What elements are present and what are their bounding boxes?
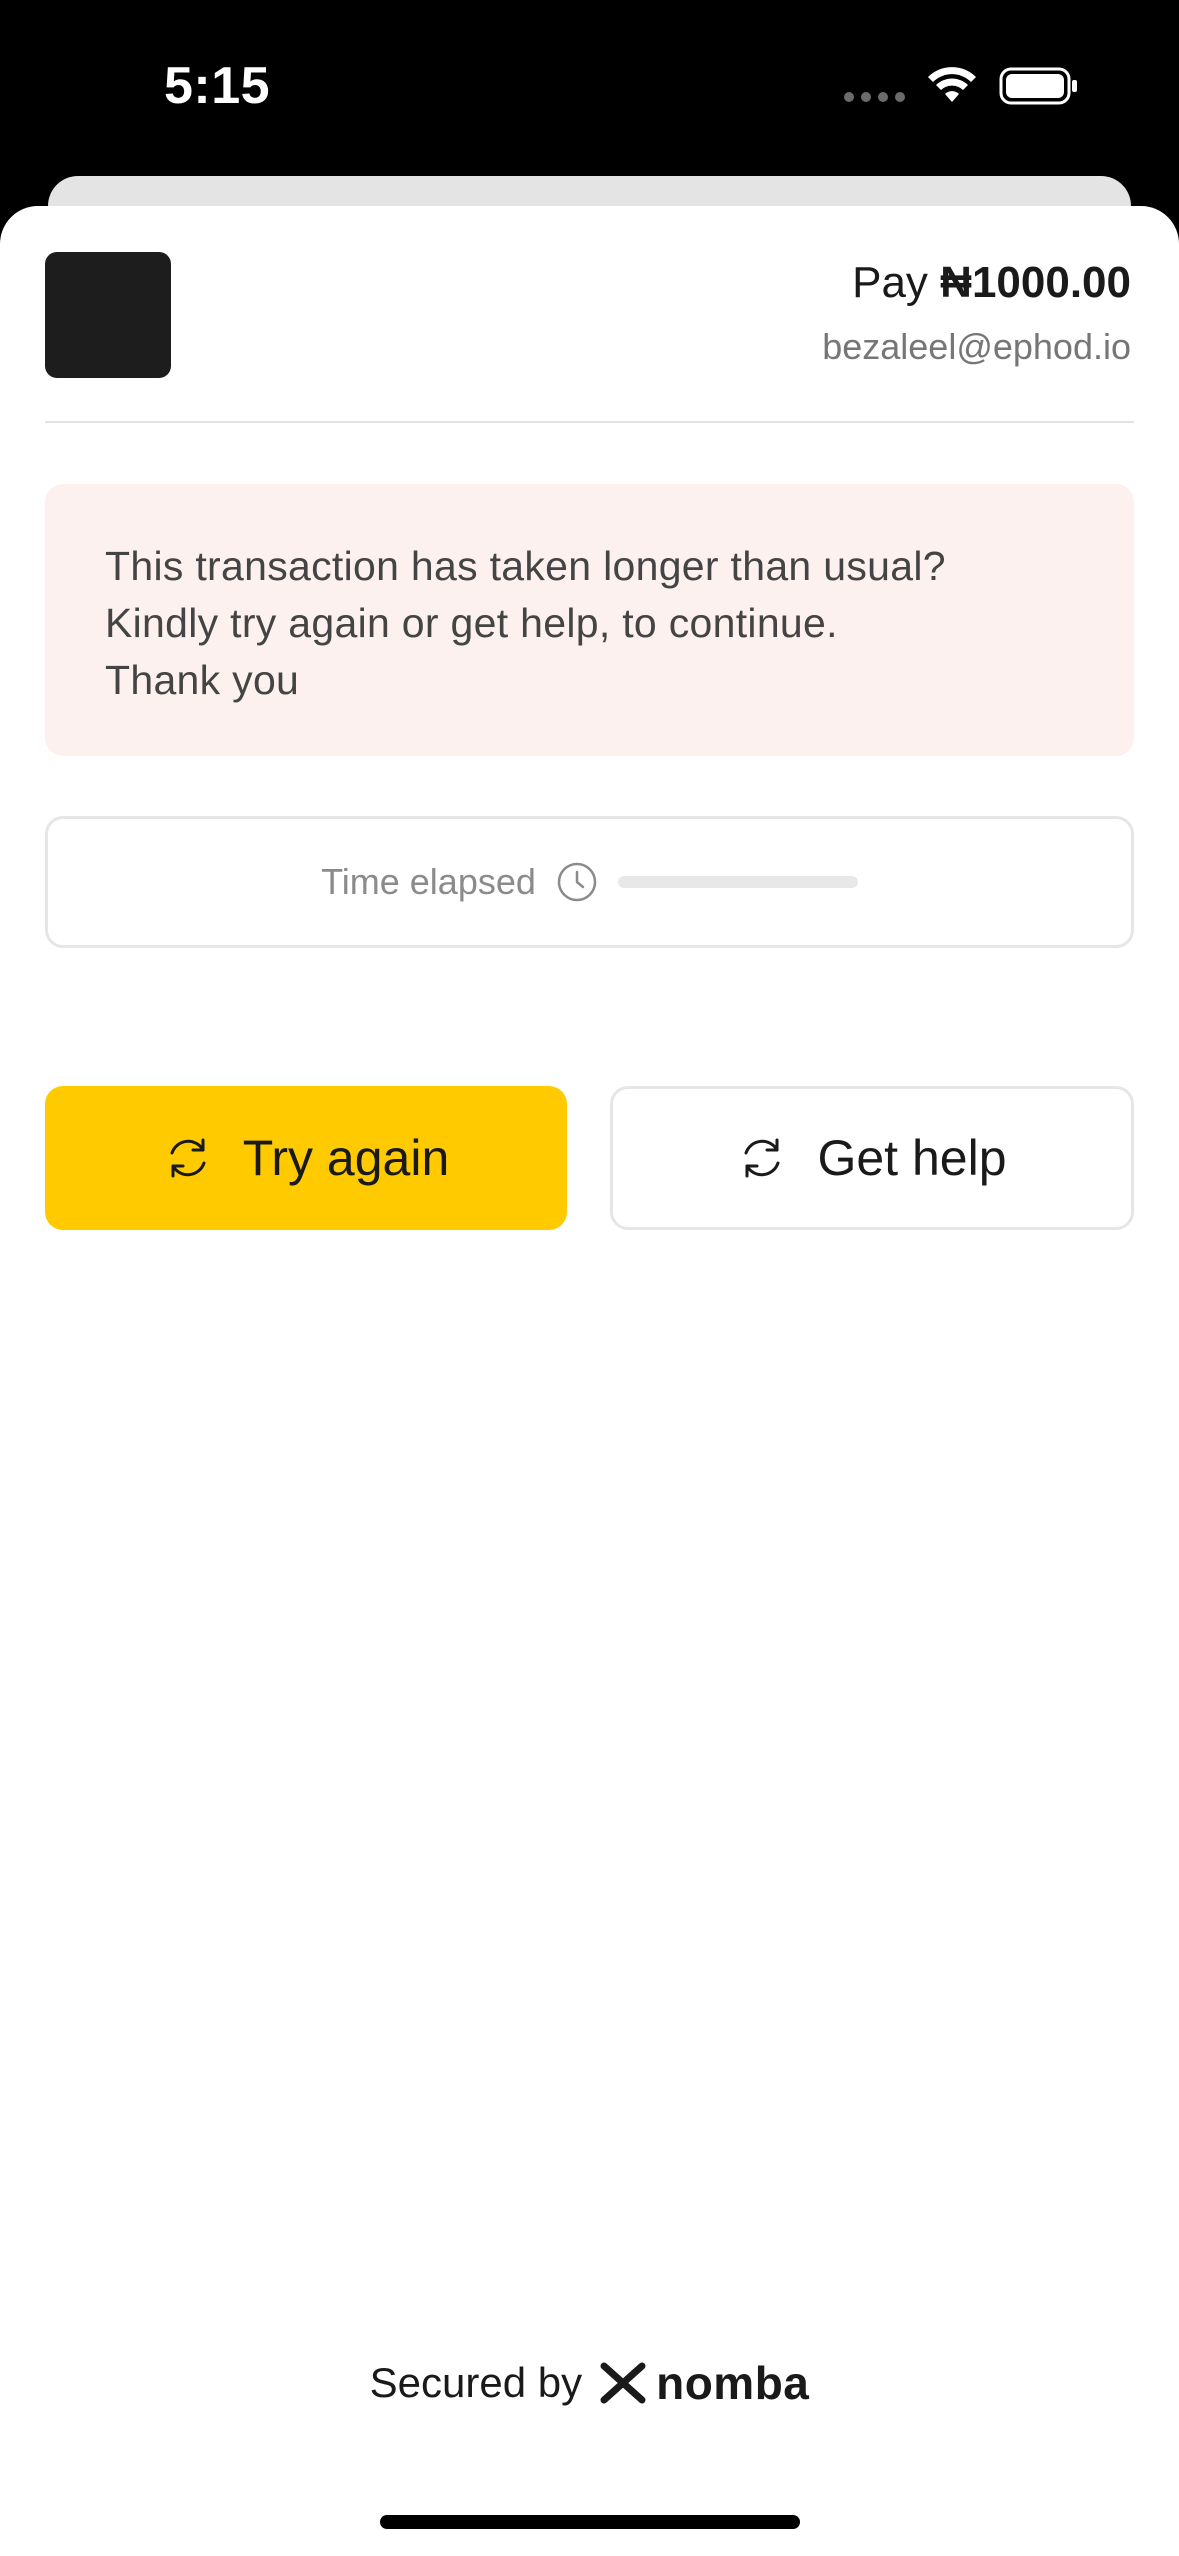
currency-symbol: ₦ xyxy=(940,258,972,307)
pay-amount: ₦1000.00 xyxy=(940,258,1131,307)
nomba-logo-icon xyxy=(600,2362,646,2404)
refresh-icon xyxy=(170,1138,206,1178)
brand-logo: nomba xyxy=(600,2356,809,2410)
status-time: 5:15 xyxy=(164,57,271,115)
refresh-icon xyxy=(744,1138,780,1178)
time-elapsed-label: Time elapsed xyxy=(321,861,536,902)
time-progress-bar xyxy=(617,876,858,888)
wifi-icon xyxy=(928,67,976,102)
try-again-button[interactable]: Try again xyxy=(45,1086,567,1230)
time-elapsed-box: Time elapsed xyxy=(45,816,1134,948)
amount-value: 1000.00 xyxy=(971,258,1131,307)
notice-message: This transaction has taken longer than u… xyxy=(105,543,946,703)
pay-prefix: Pay xyxy=(852,258,928,307)
customer-email: bezaleel@ephod.io xyxy=(822,326,1131,367)
signal-icon xyxy=(844,92,905,102)
pay-amount-line: Pay ₦1000.00 xyxy=(852,258,1131,308)
delay-notice: This transaction has taken longer than u… xyxy=(45,484,1134,756)
battery-icon xyxy=(999,67,1077,105)
try-again-label: Try again xyxy=(242,1130,450,1186)
header-divider xyxy=(45,421,1134,423)
get-help-label: Get help xyxy=(817,1130,1007,1186)
home-indicator[interactable] xyxy=(380,2515,800,2529)
merchant-logo xyxy=(45,252,171,378)
brand-name: nomba xyxy=(656,2357,810,2409)
get-help-button[interactable]: Get help xyxy=(610,1086,1134,1230)
clock-icon xyxy=(557,862,597,902)
secured-by-footer: Secured by nomba xyxy=(0,2356,1179,2410)
status-icons xyxy=(844,66,1079,106)
secured-by-text: Secured by xyxy=(369,2359,583,2406)
